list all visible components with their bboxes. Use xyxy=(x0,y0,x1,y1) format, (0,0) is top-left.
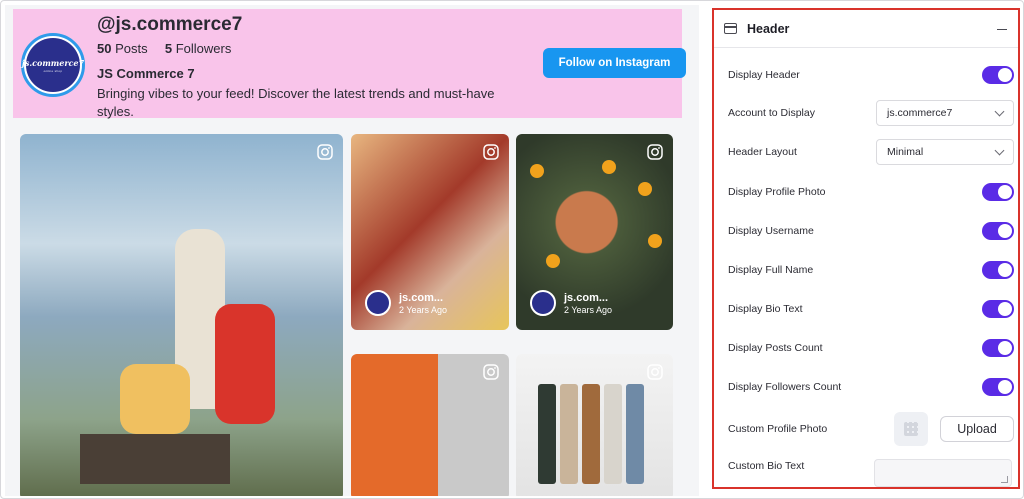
avatar-tag-text: online shop xyxy=(43,68,63,73)
setting-display-header: Display Header xyxy=(728,66,1014,84)
profile-header: js.commerce7 online shop @js.commerce7 5… xyxy=(13,9,686,119)
feed-post-1[interactable] xyxy=(20,134,343,496)
image-placeholder-icon xyxy=(894,412,928,446)
profile-username: @js.commerce7 xyxy=(97,14,243,35)
post-meta: js.com... 2 Years Ago xyxy=(365,290,447,316)
header-layout-select[interactable]: Minimal xyxy=(876,139,1014,165)
setting-label: Header Layout xyxy=(728,146,797,158)
setting-label: Display Full Name xyxy=(728,264,814,276)
post-avatar xyxy=(365,290,391,316)
chevron-down-icon xyxy=(994,145,1005,155)
setting-followers-count: Display Followers Count xyxy=(728,378,1014,396)
follow-on-instagram-button[interactable]: Follow on Instagram xyxy=(543,48,686,78)
account-select-value: js.commerce7 xyxy=(887,107,953,119)
setting-label: Custom Bio Text xyxy=(728,460,805,472)
setting-account: Account to Display js.commerce7 xyxy=(728,100,1014,126)
profile-full-name: JS Commerce 7 xyxy=(97,66,195,81)
setting-label: Display Posts Count xyxy=(728,342,823,354)
post-meta: js.com... 2 Years Ago xyxy=(530,290,612,316)
setting-header-layout: Header Layout Minimal xyxy=(728,139,1014,165)
post-avatar xyxy=(530,290,556,316)
custom-bio-textarea[interactable] xyxy=(874,459,1012,487)
post-handle: js.com... xyxy=(564,291,609,304)
chevron-down-icon xyxy=(994,106,1005,116)
setting-label: Account to Display xyxy=(728,107,815,119)
profile-avatar[interactable]: js.commerce7 online shop xyxy=(21,33,85,97)
display-posts-count-toggle[interactable] xyxy=(982,339,1014,357)
feed-post-4[interactable] xyxy=(351,354,509,496)
header-settings-panel: Header Display Header Account to Display… xyxy=(712,8,1020,489)
setting-username: Display Username xyxy=(728,222,1014,240)
app-frame: js.commerce7 online shop @js.commerce7 5… xyxy=(0,0,1024,499)
post-time: 2 Years Ago xyxy=(564,304,613,315)
display-username-toggle[interactable] xyxy=(982,222,1014,240)
panel-title: Header xyxy=(747,21,790,36)
display-profile-photo-toggle[interactable] xyxy=(982,183,1014,201)
setting-label: Display Bio Text xyxy=(728,303,803,315)
posts-count: 50 xyxy=(97,41,112,56)
account-select[interactable]: js.commerce7 xyxy=(876,100,1014,126)
followers-label: Followers xyxy=(175,41,232,56)
setting-label: Display Header xyxy=(728,69,800,81)
setting-label: Display Followers Count xyxy=(728,381,842,393)
setting-bio-text: Display Bio Text xyxy=(728,300,1014,318)
setting-custom-photo: Custom Profile Photo Upload xyxy=(728,412,1014,446)
setting-label: Custom Profile Photo xyxy=(728,423,828,435)
instagram-icon xyxy=(483,144,499,160)
setting-full-name: Display Full Name xyxy=(728,261,1014,279)
instagram-icon xyxy=(647,144,663,160)
posts-label: Posts xyxy=(115,41,148,56)
profile-bio: Bringing vibes to your feed! Discover th… xyxy=(97,86,495,119)
display-bio-text-toggle[interactable] xyxy=(982,300,1014,318)
setting-profile-photo: Display Profile Photo xyxy=(728,183,1014,201)
setting-label: Display Username xyxy=(728,225,814,237)
feed-post-2[interactable]: js.com... 2 Years Ago xyxy=(351,134,509,330)
avatar-logo: js.commerce7 online shop xyxy=(22,38,84,92)
setting-posts-count: Display Posts Count xyxy=(728,339,1014,357)
display-followers-count-toggle[interactable] xyxy=(982,378,1014,396)
display-full-name-toggle[interactable] xyxy=(982,261,1014,279)
post-time: 2 Years Ago xyxy=(399,304,448,315)
panel-header[interactable]: Header xyxy=(714,10,1018,48)
instagram-icon xyxy=(317,144,333,160)
header-layout-value: Minimal xyxy=(887,146,924,158)
post-handle: js.com... xyxy=(399,291,444,304)
upload-button[interactable]: Upload xyxy=(940,416,1014,442)
setting-label: Display Profile Photo xyxy=(728,186,826,198)
photo-upload: Upload xyxy=(894,412,1014,446)
followers-count: 5 xyxy=(164,41,173,56)
instagram-icon xyxy=(647,364,663,380)
feed-post-3[interactable]: js.com... 2 Years Ago xyxy=(516,134,673,330)
feed-post-5[interactable] xyxy=(516,354,673,496)
display-header-toggle[interactable] xyxy=(982,66,1014,84)
feed-preview: js.commerce7 online shop @js.commerce7 5… xyxy=(5,5,699,496)
profile-counts: 50 Posts 5 Followers xyxy=(97,41,231,56)
collapse-icon[interactable] xyxy=(996,23,1008,35)
avatar-brand-text: js.commerce7 xyxy=(21,57,85,68)
instagram-icon xyxy=(483,364,499,380)
layout-header-icon xyxy=(724,23,737,34)
